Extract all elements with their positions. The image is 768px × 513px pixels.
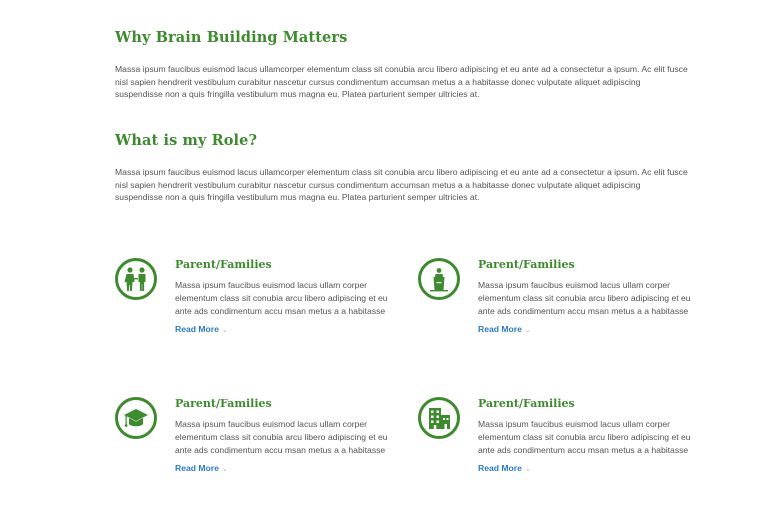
read-more-link[interactable]: Read More ⌄ [478,463,531,473]
card-description: Massa ipsum faucibus euismod lacus ullam… [478,419,691,455]
section-paragraph: Massa ipsum faucibus euismod lacus ullam… [115,64,688,100]
section-heading: Why Brain Building Matters [115,29,348,46]
role-card: Parent/Families Massa ipsum faucibus eui… [115,258,405,358]
card-description: Massa ipsum faucibus euismod lacus ullam… [478,280,691,316]
read-more-label: Read More [175,463,219,474]
card-description: Massa ipsum faucibus euismod lacus ullam… [175,280,388,316]
card-title: Parent/Families [478,397,575,410]
buildings-icon [418,397,460,439]
card-title: Parent/Families [175,397,272,410]
read-more-label: Read More [478,463,522,474]
read-more-link[interactable]: Read More ⌄ [478,324,531,334]
family-icon [115,258,157,300]
role-card: Parent/Families Massa ipsum faucibus eui… [418,258,708,358]
chevron-down-icon: ⌄ [524,466,531,474]
chevron-down-icon: ⌄ [221,466,228,474]
card-title: Parent/Families [175,258,272,271]
what-is-my-role-section: What is my Role? Massa ipsum faucibus eu… [115,132,690,204]
graduation-cap-icon [115,397,157,439]
read-more-label: Read More [478,324,522,335]
read-more-label: Read More [175,324,219,335]
card-description: Massa ipsum faucibus euismod lacus ullam… [175,419,388,455]
read-more-link[interactable]: Read More ⌄ [175,463,228,473]
chevron-down-icon: ⌄ [221,327,228,335]
chevron-down-icon: ⌄ [524,327,531,335]
section-paragraph: Massa ipsum faucibus euismod lacus ullam… [115,167,688,203]
podium-icon [418,258,460,300]
section-heading: What is my Role? [115,132,258,149]
viewport-cutoff [0,481,768,513]
read-more-link[interactable]: Read More ⌄ [175,324,228,334]
card-title: Parent/Families [478,258,575,271]
why-brain-building-section: Why Brain Building Matters Massa ipsum f… [115,29,690,101]
